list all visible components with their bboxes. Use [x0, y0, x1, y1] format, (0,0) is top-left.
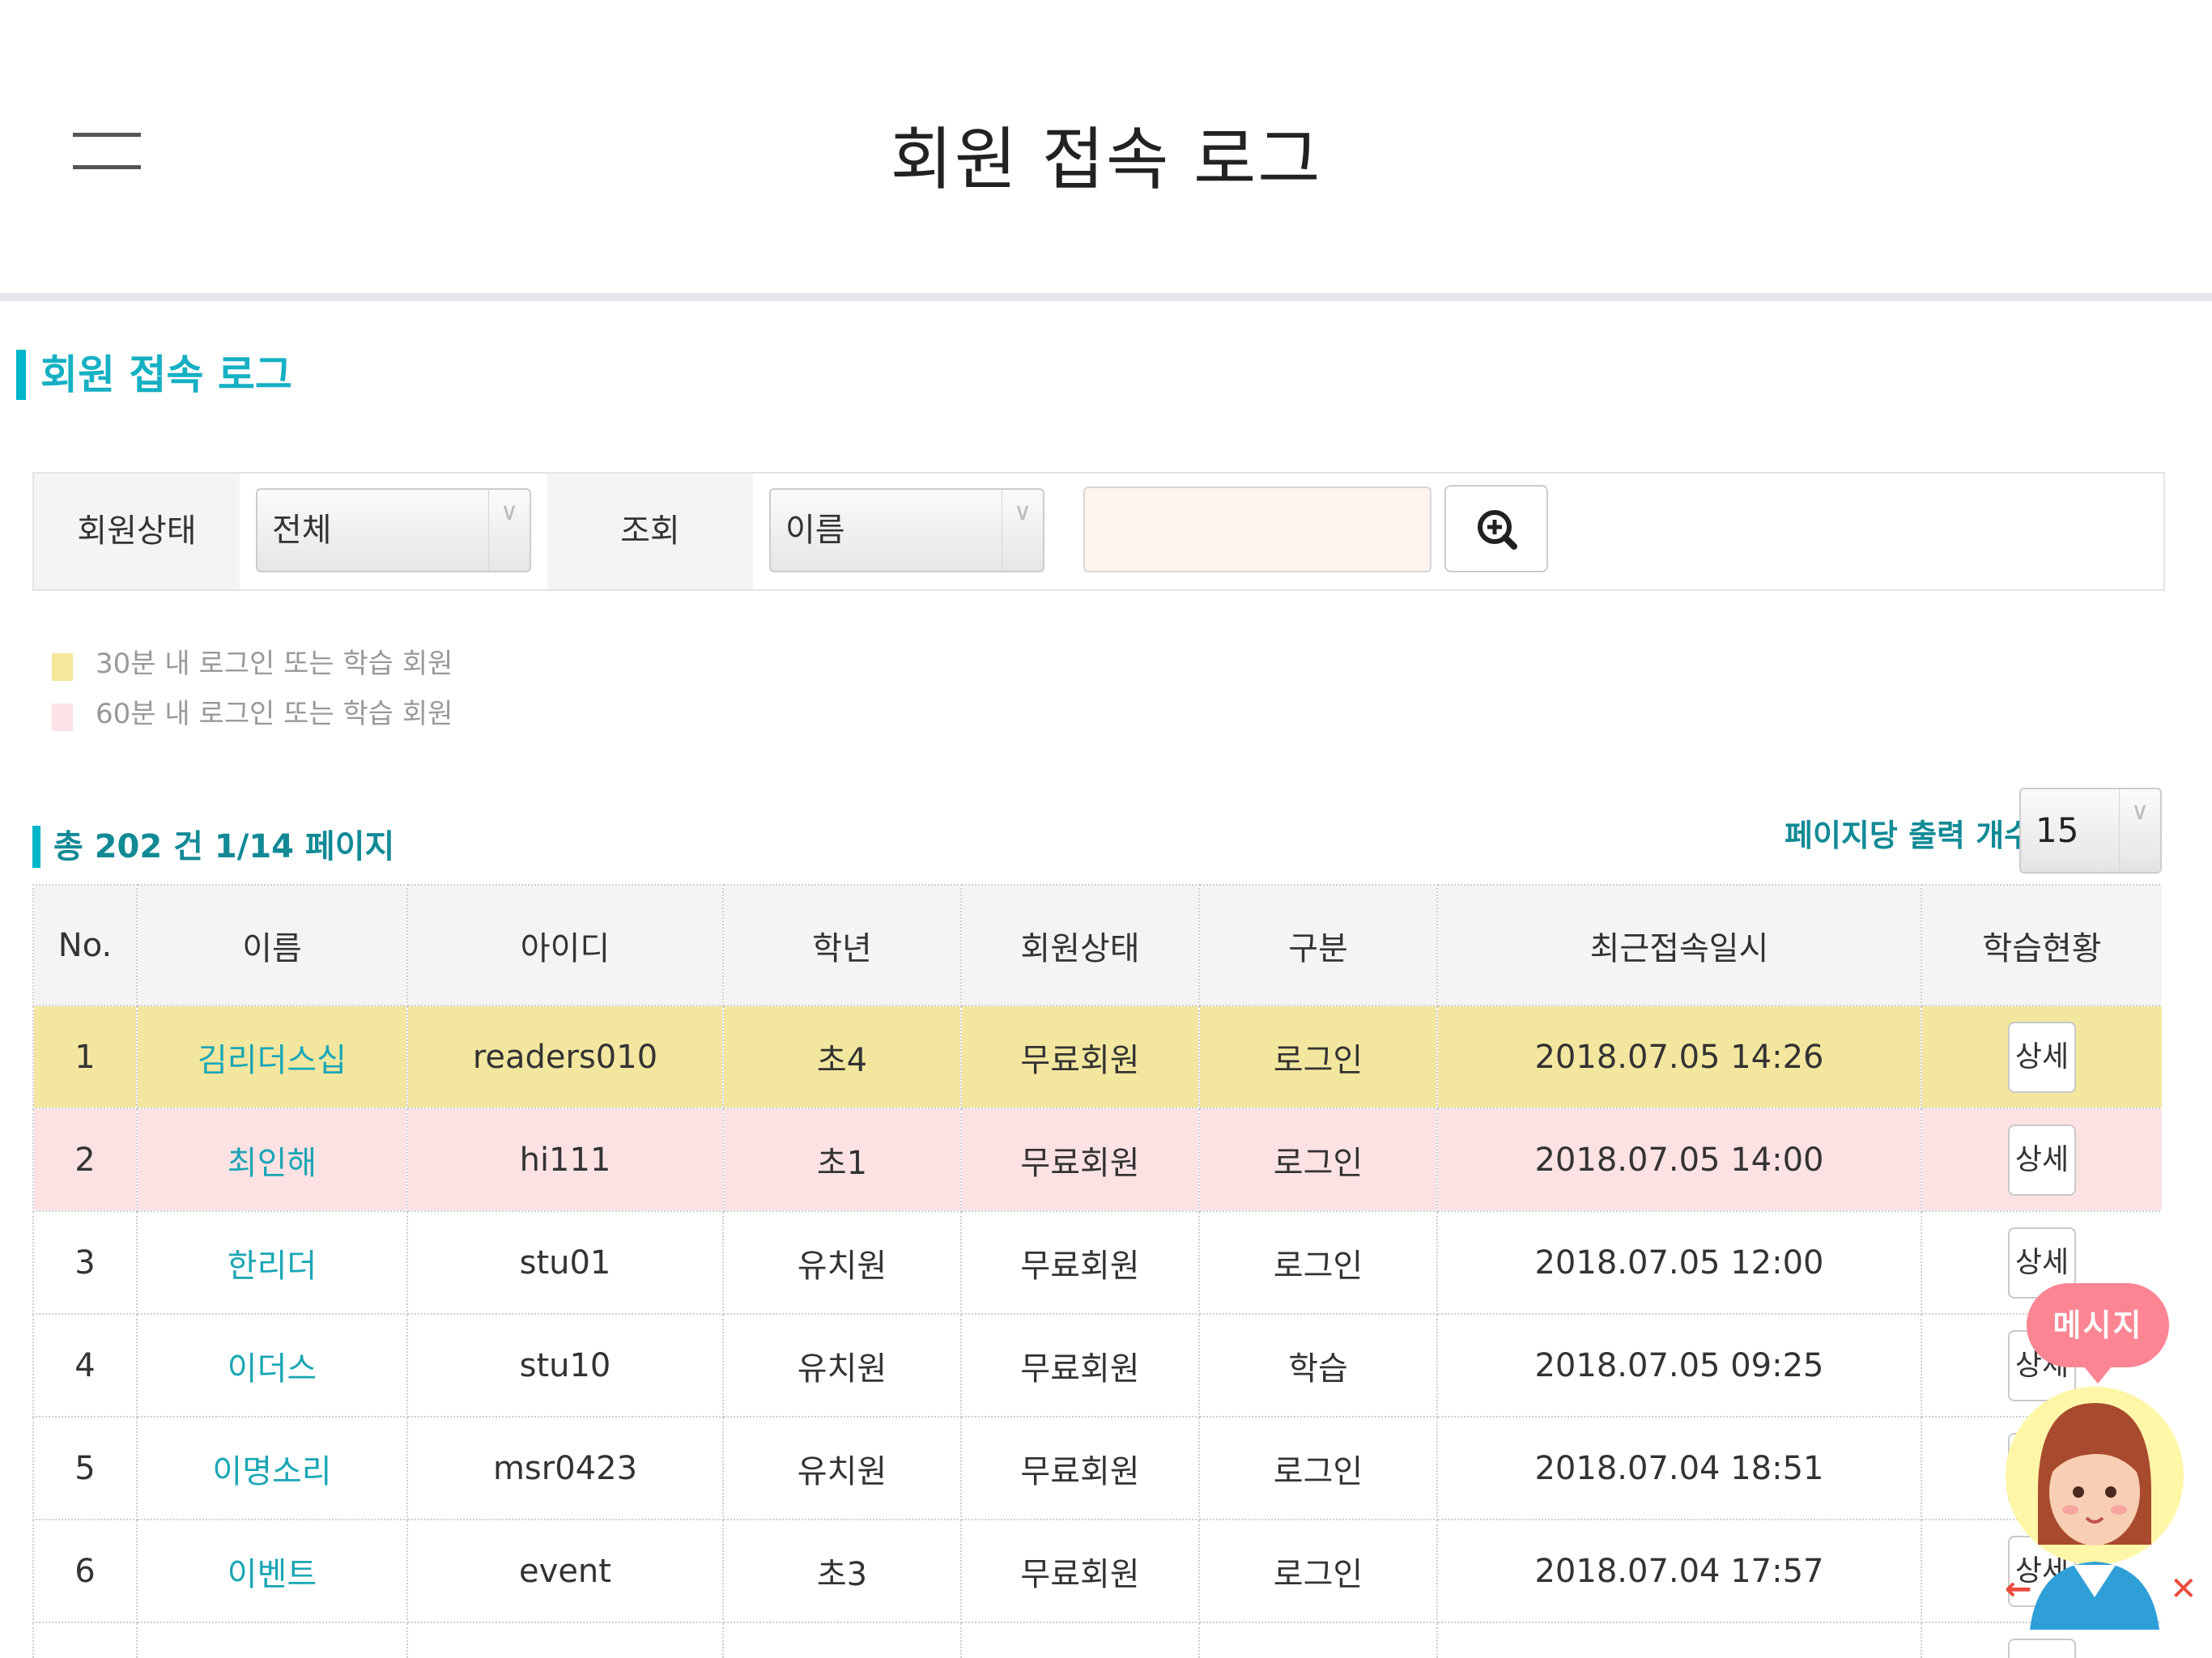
cell-learning-status: 상세 [1921, 1005, 2162, 1109]
table-row: 3 한리더 stu01 유치원 무료회원 로그인 2018.07.05 12:00 상세 [32, 1210, 2162, 1315]
detail-button[interactable]: 상세 [2008, 1124, 2076, 1196]
cell-id: stu2018 [406, 1622, 724, 1658]
chevron-down-icon: ∨ [2119, 789, 2160, 872]
cell-grade: 유치원 [722, 1416, 962, 1520]
cell-id: event [406, 1519, 724, 1623]
cell-no: 5 [32, 1416, 138, 1520]
cell-status: 무료회원 [960, 1416, 1200, 1520]
cell-last-access: 2018.07.04 17:08 [1436, 1622, 1922, 1658]
table-row: 4 이더스 stu10 유치원 무료회원 학습 2018.07.05 09:25 상세 [32, 1313, 2162, 1418]
cell-status: 무료회원 [960, 1005, 1200, 1109]
header-learning-status: 학습현황 [1921, 884, 2162, 1006]
header-last-access: 최근접속일시 [1436, 884, 1922, 1006]
cell-id: hi111 [406, 1107, 724, 1212]
zoom-in-icon [1478, 510, 1517, 550]
per-page-select[interactable]: 15 ∨ [2019, 788, 2162, 874]
cell-name[interactable]: 이명소리 [136, 1416, 408, 1520]
cell-name[interactable]: 한리더 [136, 1210, 408, 1315]
cell-type: 로그인 [1198, 1005, 1438, 1109]
search-button[interactable] [1444, 485, 1548, 572]
query-filter-label: 조회 [547, 474, 753, 589]
detail-button[interactable]: 상세 [2008, 1638, 2076, 1658]
cell-last-access: 2018.07.05 14:00 [1436, 1107, 1922, 1212]
cell-last-access: 2018.07.04 18:51 [1436, 1416, 1922, 1520]
query-filter-value: 이름 [785, 512, 845, 549]
legend-swatch-yellow [52, 653, 73, 681]
query-filter-select[interactable]: 이름 ∨ [769, 488, 1044, 572]
status-filter-label: 회원상태 [34, 474, 240, 589]
table-row: 7토비스토리stu2018초2정회원로그인2018.07.04 17:08 상세 [32, 1622, 2162, 1658]
cell-status: 무료회원 [960, 1107, 1200, 1212]
result-summary: 총 202 건 1/14 페이지 [32, 826, 394, 868]
chevron-down-icon: ∨ [1002, 490, 1043, 571]
header-grade: 학년 [722, 884, 962, 1006]
legend-swatch-pink [52, 704, 73, 731]
cell-no: 2 [32, 1107, 138, 1212]
per-page-value: 15 [2035, 810, 2079, 850]
girl-avatar-icon[interactable] [2006, 1371, 2184, 1630]
table-row: 1 김리더스십 readers010 초4 무료회원 로그인 2018.07.05 14:2… [32, 1005, 2162, 1109]
table-row: 2 최인해 hi111 초1 무료회원 로그인 2018.07.05 14:00 상세 [32, 1107, 2162, 1212]
per-page-label: 페이지당 출력 개수 [1784, 818, 2033, 853]
cell-last-access: 2018.07.04 17:57 [1436, 1519, 1922, 1623]
header-status: 회원상태 [960, 884, 1200, 1006]
cell-grade: 초4 [722, 1005, 962, 1109]
cell-learning-status: 상세 [1921, 1107, 2162, 1212]
message-bubble-button[interactable]: 메시지 [2027, 1283, 2169, 1384]
table-row: 5이명소리msr0423유치원무료회원로그인2018.07.04 18:51상세 [32, 1416, 2162, 1520]
cell-type: 로그인 [1198, 1519, 1438, 1623]
cell-name[interactable]: 이벤트 [136, 1519, 408, 1623]
arrow-left-icon[interactable]: ← [2005, 1571, 2032, 1608]
cell-type: 로그인 [1198, 1210, 1438, 1315]
top-bar: 회원 접속 로그 [0, 0, 2212, 301]
cell-grade: 초3 [722, 1519, 962, 1623]
header-type: 구분 [1198, 884, 1438, 1006]
cell-no: 6 [32, 1519, 138, 1623]
filter-bar: 회원상태 전체 ∨ 조회 이름 ∨ [32, 472, 2165, 591]
cell-no: 3 [32, 1210, 138, 1315]
cell-type: 학습 [1198, 1313, 1438, 1418]
cell-last-access: 2018.07.05 12:00 [1436, 1210, 1922, 1315]
cell-name[interactable]: 토비스토리 [136, 1622, 408, 1658]
page-title: 회원 접속 로그 [890, 120, 1322, 199]
cell-no: 7 [32, 1622, 138, 1658]
cell-name[interactable]: 김리더스십 [136, 1005, 408, 1109]
cell-id: readers010 [406, 1005, 724, 1109]
cell-last-access: 2018.07.05 09:25 [1436, 1313, 1922, 1418]
table-header-row: No. 이름 아이디 학년 회원상태 구분 최근접속일시 학습현황 [32, 884, 2162, 1006]
cell-status: 무료회원 [960, 1210, 1200, 1315]
cell-last-access: 2018.07.05 14:26 [1436, 1005, 1922, 1109]
status-filter-select[interactable]: 전체 ∨ [256, 488, 531, 572]
legend-text: 30분 내 로그인 또는 학습 회원 [96, 648, 453, 680]
cell-type: 로그인 [1198, 1416, 1438, 1520]
header-id: 아이디 [406, 884, 724, 1006]
cell-type: 로그인 [1198, 1107, 1438, 1212]
cell-grade: 유치원 [722, 1210, 962, 1315]
header-no: No. [32, 884, 138, 1006]
cell-id: stu01 [406, 1210, 724, 1315]
cell-type: 로그인 [1198, 1622, 1438, 1658]
cell-name[interactable]: 최인해 [136, 1107, 408, 1212]
search-input[interactable] [1083, 487, 1431, 572]
cell-id: msr0423 [406, 1416, 724, 1520]
member-log-table: No. 이름 아이디 학년 회원상태 구분 최근접속일시 학습현황 1 김리더스십… [32, 884, 2162, 1658]
cell-status: 무료회원 [960, 1519, 1200, 1623]
cell-no: 4 [32, 1313, 138, 1418]
section-title: 회원 접속 로그 [16, 350, 292, 400]
table-row: 6 이벤트 event 초3 무료회원 로그인 2018.07.04 17:57 상세 [32, 1519, 2162, 1623]
cell-grade: 유치원 [722, 1313, 962, 1418]
cell-status: 정회원 [960, 1622, 1200, 1658]
status-filter-value: 전체 [272, 512, 332, 549]
legend-text: 60분 내 로그인 또는 학습 회원 [96, 698, 453, 730]
detail-button[interactable]: 상세 [2008, 1021, 2076, 1093]
close-icon[interactable]: ✕ [2170, 1571, 2197, 1608]
cell-status: 무료회원 [960, 1313, 1200, 1418]
chevron-down-icon: ∨ [488, 490, 530, 571]
cell-name[interactable]: 이더스 [136, 1313, 408, 1418]
header-name: 이름 [136, 884, 408, 1006]
cell-no: 1 [32, 1005, 138, 1109]
cell-grade: 초1 [722, 1107, 962, 1212]
cell-id: stu10 [406, 1313, 724, 1418]
cell-grade: 초2 [722, 1622, 962, 1658]
